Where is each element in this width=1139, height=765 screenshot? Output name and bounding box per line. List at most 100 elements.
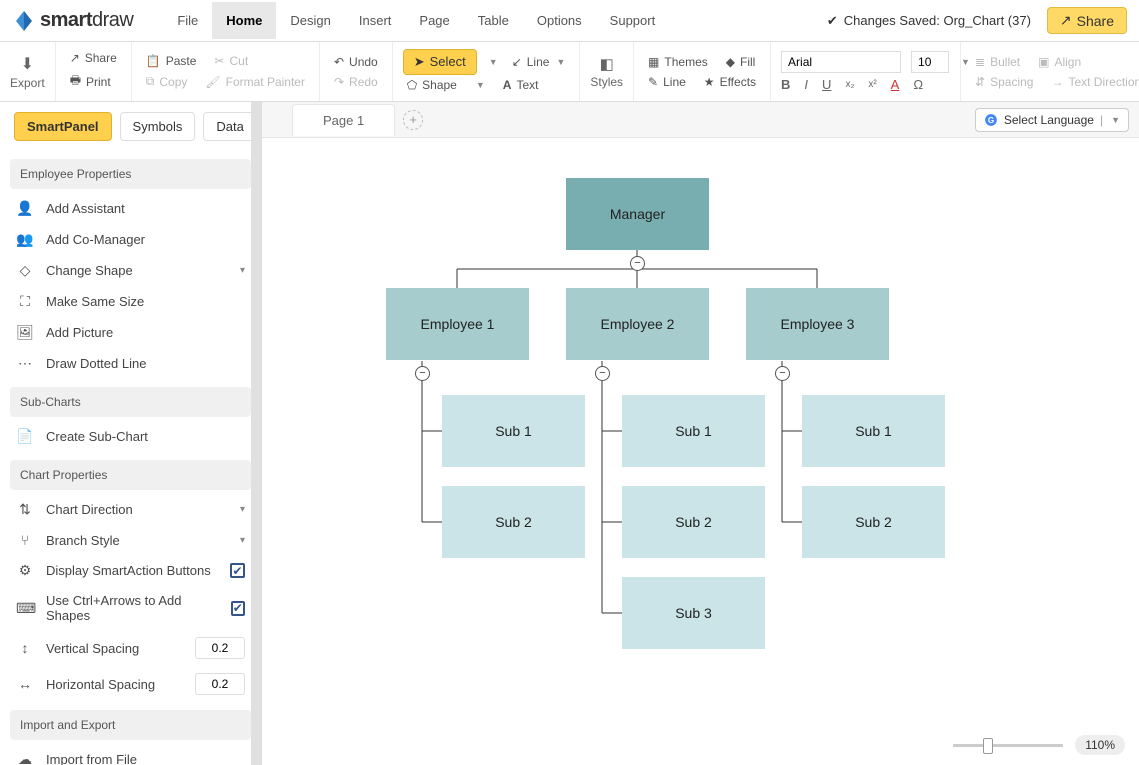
textdir-button[interactable]: →Text Direction <box>1047 72 1139 92</box>
undo-button[interactable]: ↶Undo <box>330 52 382 72</box>
ribbon: ⬇ Export ↗Share 🖶Print 📋Paste ✂Cut ⧉Copy… <box>0 42 1139 102</box>
node-sub[interactable]: Sub 2 <box>622 486 765 558</box>
zoom-label[interactable]: 110% <box>1075 735 1125 755</box>
display-smartaction[interactable]: ⚙Display SmartAction Buttons✔ <box>10 555 251 586</box>
hspace-icon: ↔ <box>16 676 34 692</box>
person-icon: 👤 <box>16 200 34 217</box>
section-subcharts: Sub-Charts <box>10 387 251 417</box>
language-select[interactable]: G Select Language |▼ <box>975 108 1129 132</box>
tree-icon: ⇅ <box>16 501 34 518</box>
change-shape[interactable]: ◇Change Shape▾ <box>10 255 251 286</box>
import-from-file[interactable]: ☁Import from File <box>10 744 251 765</box>
bold-button[interactable]: B <box>781 77 790 92</box>
node-sub[interactable]: Sub 1 <box>802 395 945 467</box>
fill-button[interactable]: ◆Fill <box>722 52 760 72</box>
styles-group[interactable]: ◧ Styles <box>580 42 634 101</box>
omega-button[interactable]: Ω <box>913 77 923 92</box>
node-manager[interactable]: Manager <box>566 178 709 250</box>
node-employee-3[interactable]: Employee 3 <box>746 288 889 360</box>
copy-button[interactable]: ⧉Copy <box>142 71 192 92</box>
menu-file[interactable]: File <box>163 2 212 39</box>
collapse-icon[interactable]: − <box>775 366 790 381</box>
zoom-thumb[interactable] <box>983 738 993 754</box>
checkbox-checked-icon[interactable]: ✔ <box>230 563 245 578</box>
node-sub[interactable]: Sub 3 <box>622 577 765 649</box>
collapse-icon[interactable]: − <box>595 366 610 381</box>
zoom-slider[interactable] <box>953 744 1063 747</box>
size-select[interactable] <box>911 51 949 73</box>
vspacing-input[interactable] <box>195 637 245 659</box>
redo-button[interactable]: ↷Redo <box>330 72 382 92</box>
line-icon: ↙ <box>512 55 522 69</box>
hspacing-input[interactable] <box>195 673 245 695</box>
node-sub[interactable]: Sub 2 <box>802 486 945 558</box>
collapse-icon[interactable]: − <box>630 256 645 271</box>
font-color-button[interactable]: A <box>891 77 900 92</box>
menu-home[interactable]: Home <box>212 2 276 39</box>
text-button[interactable]: AText <box>499 75 543 95</box>
add-comanager[interactable]: 👥Add Co-Manager <box>10 224 251 255</box>
italic-button[interactable]: I <box>804 77 808 92</box>
branch-style[interactable]: ⑂Branch Style▾ <box>10 525 251 555</box>
create-subchart[interactable]: 📄Create Sub-Chart <box>10 421 251 452</box>
ribbon-share[interactable]: ↗Share <box>66 48 121 68</box>
cut-button[interactable]: ✂Cut <box>210 51 252 71</box>
tab-data[interactable]: Data <box>203 112 256 141</box>
line-button[interactable]: ↙Line▼ <box>508 52 570 72</box>
lang-label: Select Language <box>1004 113 1094 127</box>
font-select[interactable] <box>781 51 901 73</box>
select-button[interactable]: ➤Select <box>403 49 477 75</box>
canvas[interactable]: Manager − Employee 1 − Employee 2 − Empl… <box>262 138 1139 765</box>
node-sub[interactable]: Sub 1 <box>442 395 585 467</box>
node-employee-1[interactable]: Employee 1 <box>386 288 529 360</box>
undo-icon: ↶ <box>334 55 344 69</box>
align-button[interactable]: ▣Align <box>1034 52 1085 72</box>
menu-page[interactable]: Page <box>405 2 463 39</box>
checkbox-checked-icon[interactable]: ✔ <box>231 601 245 616</box>
share-button[interactable]: ↗ Share <box>1047 7 1127 34</box>
add-page-button[interactable]: + <box>403 110 423 130</box>
menu-design[interactable]: Design <box>276 2 344 39</box>
collapse-icon[interactable]: − <box>415 366 430 381</box>
styles-label: Styles <box>590 75 623 89</box>
node-employee-2[interactable]: Employee 2 <box>566 288 709 360</box>
shape-button[interactable]: ⬠Shape▼ <box>403 75 489 95</box>
menu-options[interactable]: Options <box>523 2 596 39</box>
superscript-button[interactable]: x² <box>868 79 876 90</box>
bullet-button[interactable]: ≣Bullet <box>971 52 1024 72</box>
spacing-button[interactable]: ⇵Spacing <box>971 72 1037 92</box>
add-assistant[interactable]: 👤Add Assistant <box>10 193 251 224</box>
menu-support[interactable]: Support <box>596 2 670 39</box>
chart-direction[interactable]: ⇅Chart Direction▾ <box>10 494 251 525</box>
section-chart-props: Chart Properties <box>10 460 251 490</box>
save-status: ✔ Changes Saved: Org_Chart (37) <box>827 13 1031 29</box>
tab-symbols[interactable]: Symbols <box>120 112 196 141</box>
node-sub[interactable]: Sub 1 <box>622 395 765 467</box>
tab-smartpanel[interactable]: SmartPanel <box>14 112 112 141</box>
line-style-button[interactable]: ✎Line <box>644 72 690 92</box>
effects-button[interactable]: ★Effects <box>700 72 760 92</box>
format-painter-button[interactable]: 🖌Format Painter <box>201 72 309 92</box>
scrollbar[interactable] <box>251 102 261 765</box>
page-tab-1[interactable]: Page 1 <box>292 104 395 136</box>
node-sub[interactable]: Sub 2 <box>442 486 585 558</box>
shape-group: ➤Select ▼ ↙Line▼ ⬠Shape▼ AText <box>393 42 581 101</box>
add-picture[interactable]: 🖼Add Picture <box>10 317 251 348</box>
chevron-down-icon: ▾ <box>240 504 245 515</box>
paste-button[interactable]: 📋Paste <box>142 51 201 71</box>
themes-button[interactable]: ▦Themes <box>644 52 712 72</box>
draw-dotted[interactable]: ⋯Draw Dotted Line <box>10 348 251 379</box>
logo-text: smartdraw <box>40 9 133 32</box>
caret-icon[interactable]: ▼ <box>489 57 498 67</box>
menu-insert[interactable]: Insert <box>345 2 406 39</box>
subscript-button[interactable]: x₂ <box>845 79 854 90</box>
make-same-size[interactable]: ⛶Make Same Size <box>10 286 251 317</box>
ctrl-arrows[interactable]: ⌨Use Ctrl+Arrows to Add Shapes✔ <box>10 586 251 630</box>
cut-icon: ✂ <box>214 54 224 68</box>
underline-button[interactable]: U <box>822 77 831 92</box>
canvas-area: Page 1 + G Select Language |▼ <box>262 102 1139 765</box>
ribbon-print[interactable]: 🖶Print <box>66 68 121 95</box>
export-group[interactable]: ⬇ Export <box>0 42 56 101</box>
fill-icon: ◆ <box>726 55 735 69</box>
menu-table[interactable]: Table <box>464 2 523 39</box>
